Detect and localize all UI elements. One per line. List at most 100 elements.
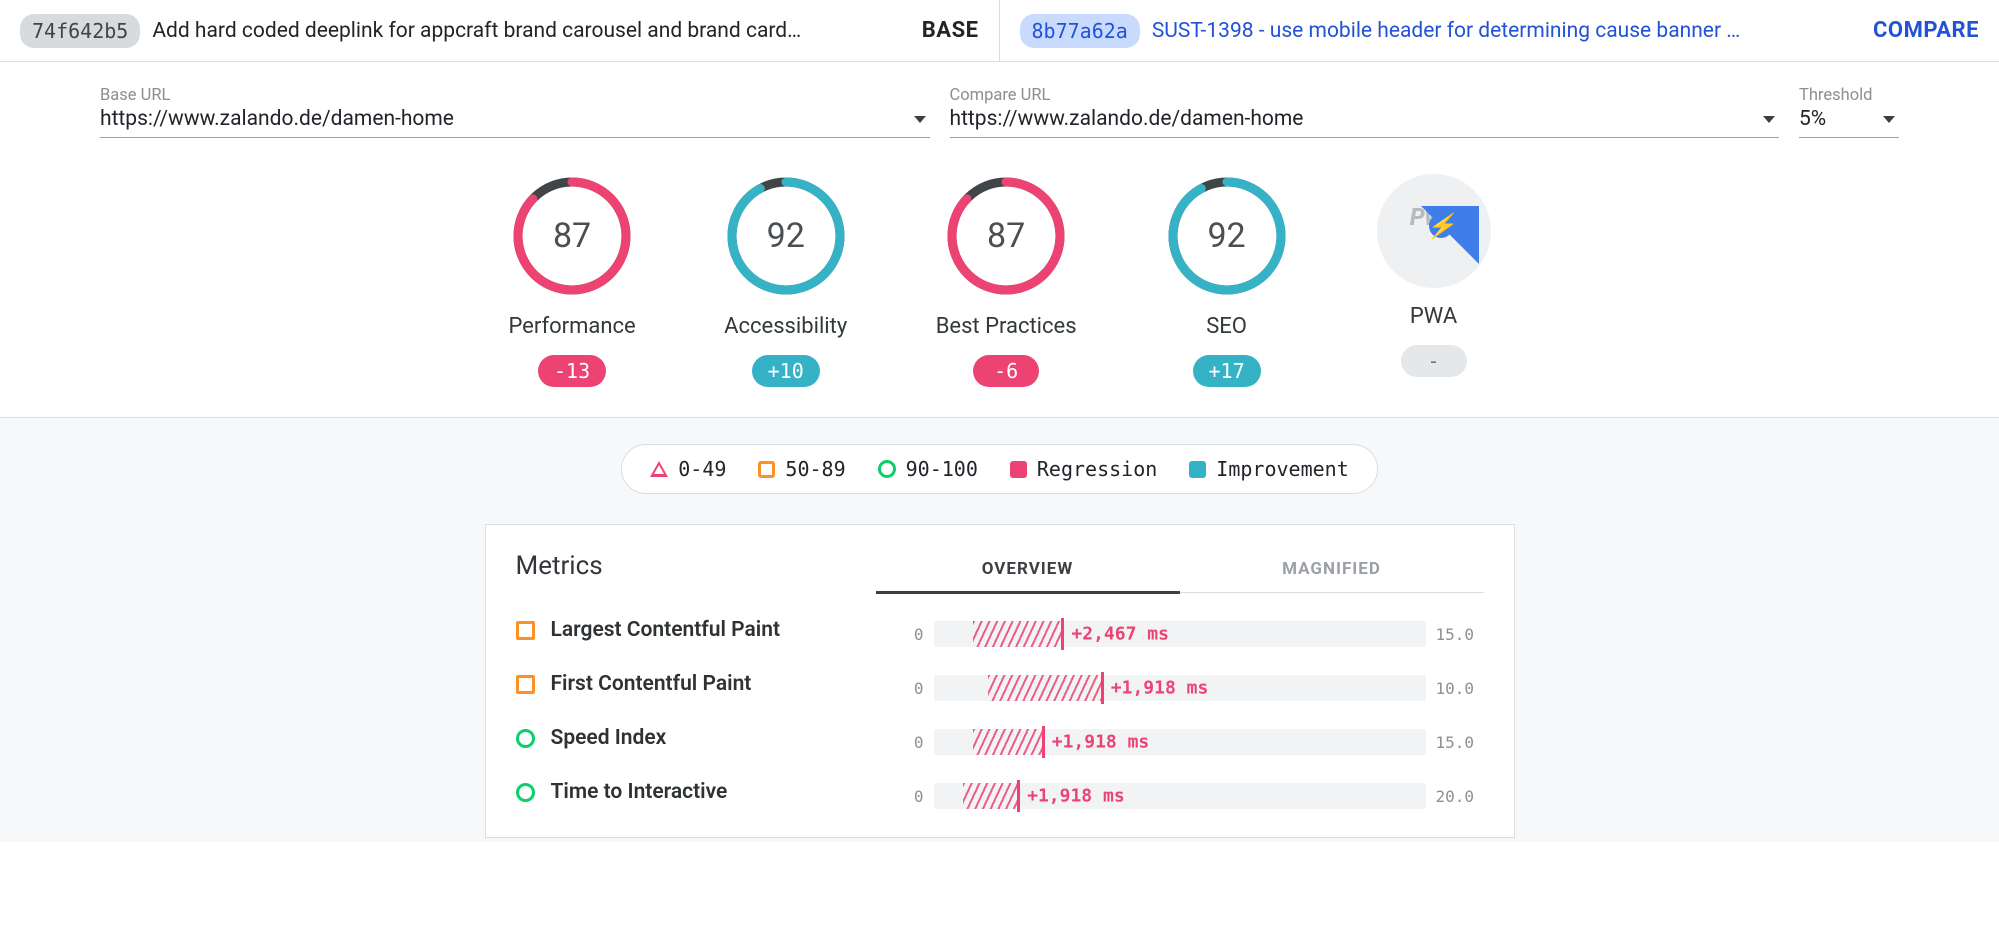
metrics-names-column: Metrics Largest Contentful Paint First Co… bbox=[516, 551, 846, 823]
compare-url-select[interactable]: Compare URL https://www.zalando.de/damen… bbox=[950, 86, 1780, 138]
legend-range-50-89: 50-89 bbox=[758, 457, 845, 481]
score-legend: 0-49 50-89 90-100 Regression Improvement bbox=[621, 444, 1378, 494]
gauge-label: SEO bbox=[1206, 314, 1247, 339]
gauge-ring: 92 bbox=[724, 174, 848, 298]
metric-delta-hatch bbox=[963, 783, 1017, 809]
metric-row[interactable]: Speed Index bbox=[516, 711, 846, 765]
legend-range-0-49: 0-49 bbox=[650, 457, 726, 481]
compare-commit-title: SUST-1398 - use mobile header for determ… bbox=[1152, 19, 1861, 43]
base-url-value: https://www.zalando.de/damen-home bbox=[100, 105, 930, 137]
gauge-score: 92 bbox=[1165, 174, 1289, 298]
metrics-title: Metrics bbox=[516, 551, 846, 581]
gauge-label: Accessibility bbox=[724, 314, 847, 339]
metric-range-high: 10.0 bbox=[1436, 679, 1484, 698]
compare-url-label: Compare URL bbox=[950, 86, 1780, 105]
metric-delta-hatch bbox=[973, 729, 1042, 755]
metric-compare-marker bbox=[1017, 780, 1020, 812]
metric-bar-row: 0 +1,918 ms 15.0 bbox=[876, 715, 1484, 769]
metric-track: +1,918 ms bbox=[934, 675, 1426, 701]
base-side: 74f642b5 Add hard coded deeplink for app… bbox=[0, 0, 1000, 61]
metric-bar-row: 0 +2,467 ms 15.0 bbox=[876, 607, 1484, 661]
threshold-select[interactable]: Threshold 5% bbox=[1799, 86, 1899, 138]
circle-icon bbox=[516, 783, 535, 802]
metrics-bars-column: OVERVIEW MAGNIFIED 0 +2,467 ms 15.0 0 +1,918… bbox=[876, 551, 1484, 823]
metric-delta-label: +2,467 ms bbox=[1071, 624, 1169, 645]
gauge-score: 87 bbox=[510, 174, 634, 298]
metric-bar-row: 0 +1,918 ms 10.0 bbox=[876, 661, 1484, 715]
legend-section: 0-49 50-89 90-100 Regression Improvement bbox=[0, 418, 1999, 524]
chevron-down-icon bbox=[914, 116, 926, 123]
circle-icon bbox=[516, 729, 535, 748]
base-hash-badge[interactable]: 74f642b5 bbox=[20, 14, 140, 48]
metrics-tabs: OVERVIEW MAGNIFIED bbox=[876, 551, 1484, 593]
gauge-label: Performance bbox=[508, 314, 635, 339]
metric-compare-marker bbox=[1061, 618, 1064, 650]
gauge-delta: +17 bbox=[1193, 355, 1261, 387]
metric-track: +1,918 ms bbox=[934, 783, 1426, 809]
metric-compare-marker bbox=[1042, 726, 1045, 758]
gauge-ring: 87 bbox=[944, 174, 1068, 298]
gauge-seo[interactable]: 92 SEO +17 bbox=[1165, 174, 1289, 387]
gauge-score: 92 bbox=[724, 174, 848, 298]
url-fields-row: Base URL https://www.zalando.de/damen-ho… bbox=[0, 62, 1999, 150]
metric-range-high: 15.0 bbox=[1436, 733, 1484, 752]
tab-magnified[interactable]: MAGNIFIED bbox=[1180, 551, 1484, 592]
gauge-score: 87 bbox=[944, 174, 1068, 298]
metric-name: Largest Contentful Paint bbox=[551, 618, 781, 642]
gauge-delta: - bbox=[1401, 345, 1467, 377]
compare-side: 8b77a62a SUST-1398 - use mobile header f… bbox=[1000, 0, 1999, 61]
metric-compare-marker bbox=[1101, 672, 1104, 704]
gauge-ring: 92 bbox=[1165, 174, 1289, 298]
gauge-performance[interactable]: 87 Performance -13 bbox=[508, 174, 635, 387]
legend-improvement: Improvement bbox=[1189, 457, 1348, 481]
compare-hash-badge[interactable]: 8b77a62a bbox=[1020, 14, 1140, 48]
metric-delta-hatch bbox=[988, 675, 1101, 701]
gauge-label: Best Practices bbox=[936, 314, 1077, 339]
metric-range-high: 20.0 bbox=[1436, 787, 1484, 806]
improvement-swatch-icon bbox=[1189, 461, 1206, 478]
metric-name: First Contentful Paint bbox=[551, 672, 752, 696]
gauge-accessibility[interactable]: 92 Accessibility +10 bbox=[724, 174, 848, 387]
metric-range-low: 0 bbox=[876, 733, 924, 752]
metric-delta-label: +1,918 ms bbox=[1111, 678, 1209, 699]
legend-regression: Regression bbox=[1010, 457, 1157, 481]
threshold-label: Threshold bbox=[1799, 86, 1899, 105]
gauge-ring: 87 bbox=[510, 174, 634, 298]
metric-row[interactable]: Largest Contentful Paint bbox=[516, 603, 846, 657]
pwa-badge-icon: PWA⚡ bbox=[1377, 174, 1491, 288]
metric-name: Time to Interactive bbox=[551, 780, 728, 804]
gauge-delta: -13 bbox=[538, 355, 606, 387]
chevron-down-icon bbox=[1883, 116, 1895, 123]
metric-row[interactable]: First Contentful Paint bbox=[516, 657, 846, 711]
metric-delta-hatch bbox=[973, 621, 1062, 647]
metric-row[interactable]: Time to Interactive bbox=[516, 765, 846, 819]
metric-delta-label: +1,918 ms bbox=[1052, 732, 1150, 753]
metrics-card: Metrics Largest Contentful Paint First Co… bbox=[485, 524, 1515, 838]
chevron-down-icon bbox=[1763, 116, 1775, 123]
tab-overview[interactable]: OVERVIEW bbox=[876, 551, 1180, 594]
metrics-section: Metrics Largest Contentful Paint First Co… bbox=[0, 524, 1999, 842]
compare-side-label: COMPARE bbox=[1873, 18, 1979, 43]
metric-track: +2,467 ms bbox=[934, 621, 1426, 647]
gauge-delta: +10 bbox=[752, 355, 820, 387]
base-commit-title: Add hard coded deeplink for appcraft bra… bbox=[152, 19, 909, 43]
gauge-pwa[interactable]: PWA⚡ PWA - bbox=[1377, 174, 1491, 387]
base-side-label: BASE bbox=[922, 18, 979, 43]
score-gauge-row: 87 Performance -13 92 Accessibility +10 87 Best… bbox=[0, 150, 1999, 417]
circle-icon bbox=[878, 460, 896, 478]
triangle-icon bbox=[650, 461, 668, 477]
base-url-label: Base URL bbox=[100, 86, 930, 105]
metric-range-low: 0 bbox=[876, 625, 924, 644]
square-icon bbox=[516, 621, 535, 640]
regression-swatch-icon bbox=[1010, 461, 1027, 478]
square-icon bbox=[758, 461, 775, 478]
metric-range-high: 15.0 bbox=[1436, 625, 1484, 644]
gauge-label: PWA bbox=[1410, 304, 1457, 329]
metric-range-low: 0 bbox=[876, 679, 924, 698]
square-icon bbox=[516, 675, 535, 694]
base-url-select[interactable]: Base URL https://www.zalando.de/damen-ho… bbox=[100, 86, 930, 138]
metric-range-low: 0 bbox=[876, 787, 924, 806]
metric-name: Speed Index bbox=[551, 726, 667, 750]
gauge-best-practices[interactable]: 87Best Practices-6 bbox=[936, 174, 1077, 387]
metric-bar-row: 0 +1,918 ms 20.0 bbox=[876, 769, 1484, 823]
